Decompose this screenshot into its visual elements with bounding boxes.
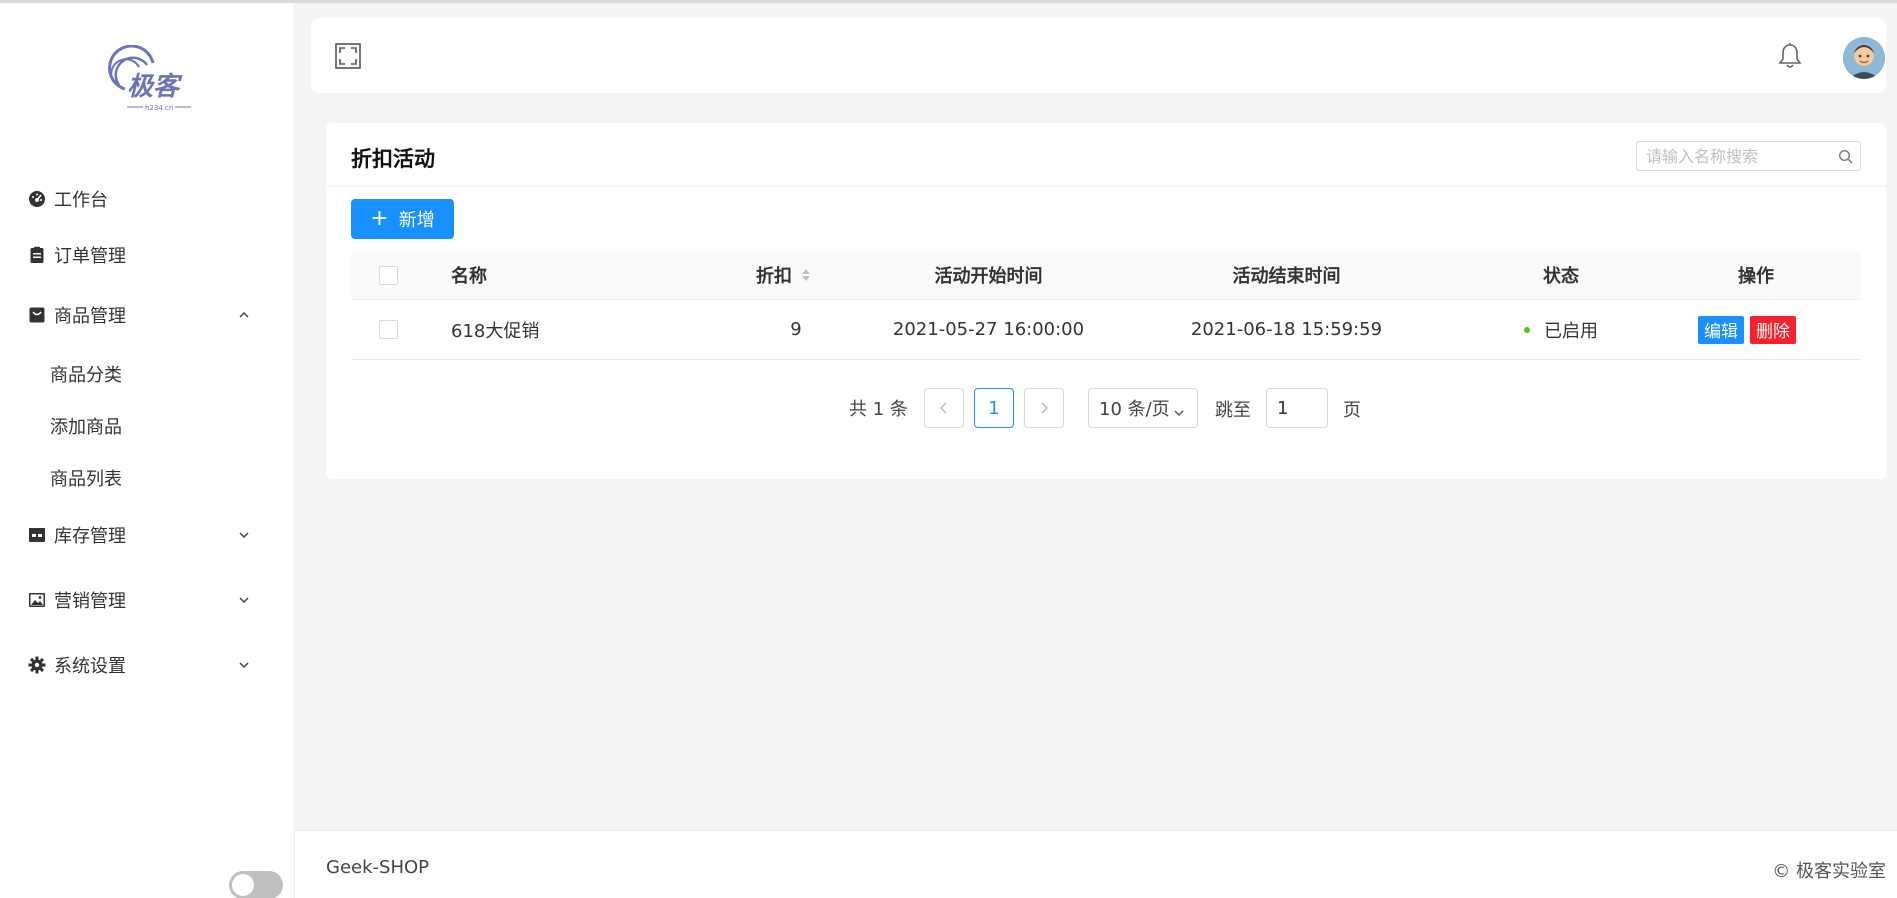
pagination-total: 共 1 条: [849, 399, 908, 420]
status-dot: [1524, 326, 1530, 333]
logo[interactable]: 极客 h234.cn: [95, 44, 205, 117]
user-avatar[interactable]: [1843, 37, 1885, 79]
delete-button[interactable]: 删除: [1750, 315, 1796, 344]
edit-button[interactable]: 编辑: [1698, 315, 1744, 344]
logo-text: 极客: [127, 72, 183, 102]
cell-name: 618大促销: [451, 320, 540, 342]
table-header: 名称 折扣 活动开始时间 活动结束时间 状态 操作: [351, 251, 1861, 300]
sidebar-item-label: 订单管理: [54, 246, 126, 267]
sidebar: 极客 h234.cn 工作台 订单管理 商品管理 商品分类 添加商品 商品列表 …: [0, 3, 295, 898]
page-size-value: 10 条/页: [1099, 399, 1170, 420]
sidebar-item-marketing[interactable]: 营销管理: [0, 580, 295, 620]
footer-brand: Geek-SHOP: [326, 857, 429, 878]
column-header-start-time: 活动开始时间: [934, 266, 1043, 287]
next-page-button[interactable]: [1024, 388, 1064, 428]
footer-copyright: © 极客实验室: [1772, 861, 1886, 882]
add-button[interactable]: + 新增: [351, 199, 454, 239]
clipboard-icon: [28, 246, 46, 264]
card-divider: [326, 186, 1886, 187]
avatar-icon: [1843, 37, 1885, 79]
column-header-actions: 操作: [1738, 266, 1774, 287]
chevron-left-icon: [939, 402, 947, 414]
column-header-status: 状态: [1543, 266, 1579, 287]
sidebar-item-label: 工作台: [54, 190, 108, 211]
footer: Geek-SHOP © 极客实验室: [295, 830, 1897, 898]
sidebar-subitem-product-list[interactable]: 商品列表: [0, 458, 295, 498]
sidebar-item-products[interactable]: 商品管理: [0, 295, 295, 335]
cell-start-time: 2021-05-27 16:00:00: [892, 319, 1085, 340]
inventory-icon: [28, 526, 46, 544]
sidebar-item-label: 商品分类: [50, 365, 122, 386]
cell-end-time: 2021-06-18 15:59:59: [1190, 319, 1383, 340]
gear-icon: [28, 656, 46, 674]
column-header-name: 名称: [451, 266, 487, 287]
sidebar-item-inventory[interactable]: 库存管理: [0, 515, 295, 555]
row-select-cell: [379, 300, 398, 359]
page-size-select[interactable]: 10 条/页: [1088, 388, 1198, 428]
jump-label: 跳至: [1215, 400, 1251, 421]
row-checkbox[interactable]: [379, 320, 398, 339]
dashboard-icon: [28, 190, 46, 208]
select-all-cell: [379, 251, 398, 299]
pagination: 共 1 条 1 10 条/页 跳至 页: [326, 388, 1886, 428]
sidebar-subitem-category[interactable]: 商品分类: [0, 354, 295, 394]
picture-icon: [28, 591, 46, 609]
sidebar-item-label: 添加商品: [50, 417, 122, 438]
chevron-down-icon[interactable]: [235, 591, 253, 609]
prev-page-button[interactable]: [924, 388, 964, 428]
column-header-discount[interactable]: 折扣: [756, 251, 810, 299]
plus-icon: +: [370, 206, 389, 231]
cell-status: 已启用: [1524, 300, 1598, 359]
search-input[interactable]: [1637, 142, 1827, 170]
discount-activity-card: 折扣活动 + 新增 名称 折扣 活动开始时间 活动结束时间 状态 操作: [326, 123, 1886, 479]
sidebar-subitem-add-product[interactable]: 添加商品: [0, 406, 295, 446]
cell-actions: 编辑 删除: [1698, 300, 1796, 359]
top-header: [311, 18, 1886, 93]
chevron-down-icon[interactable]: [235, 526, 253, 544]
sort-icon[interactable]: [802, 269, 810, 281]
chevron-down-icon: [1173, 403, 1185, 417]
sidebar-item-label: 库存管理: [54, 526, 126, 547]
sidebar-item-settings[interactable]: 系统设置: [0, 645, 295, 685]
search-box[interactable]: [1636, 141, 1861, 171]
sidebar-item-label: 营销管理: [54, 591, 126, 612]
chevron-down-icon[interactable]: [235, 656, 253, 674]
cell-discount: 9: [790, 319, 802, 340]
select-all-checkbox[interactable]: [379, 265, 398, 285]
chevron-up-icon[interactable]: [235, 306, 253, 324]
add-button-label: 新增: [398, 210, 435, 231]
table-row: 618大促销 9 2021-05-27 16:00:00 2021-06-18 …: [351, 300, 1861, 360]
logo-subtext: h234.cn: [145, 104, 173, 112]
column-header-end-time: 活动结束时间: [1232, 266, 1341, 287]
status-badge: 已启用: [1544, 320, 1598, 342]
bell-icon[interactable]: [1777, 42, 1803, 70]
theme-toggle-switch[interactable]: [229, 871, 283, 898]
jump-page-input[interactable]: [1266, 388, 1328, 428]
shop-bag-icon: [28, 306, 46, 324]
column-header-label: 折扣: [756, 266, 792, 287]
sidebar-item-orders[interactable]: 订单管理: [0, 235, 295, 275]
sidebar-item-label: 商品管理: [54, 306, 126, 327]
fullscreen-icon[interactable]: [335, 43, 361, 69]
geek-logo-icon: 极客 h234.cn: [108, 44, 191, 112]
sidebar-item-label: 系统设置: [54, 656, 126, 677]
sidebar-item-label: 商品列表: [50, 469, 122, 490]
sidebar-item-dashboard[interactable]: 工作台: [0, 179, 295, 219]
page-number-button[interactable]: 1: [974, 388, 1014, 428]
toggle-knob: [232, 874, 254, 896]
chevron-right-icon: [1041, 402, 1049, 414]
page-title: 折扣活动: [351, 147, 435, 171]
page-unit-label: 页: [1343, 400, 1361, 421]
search-icon[interactable]: [1838, 149, 1854, 165]
